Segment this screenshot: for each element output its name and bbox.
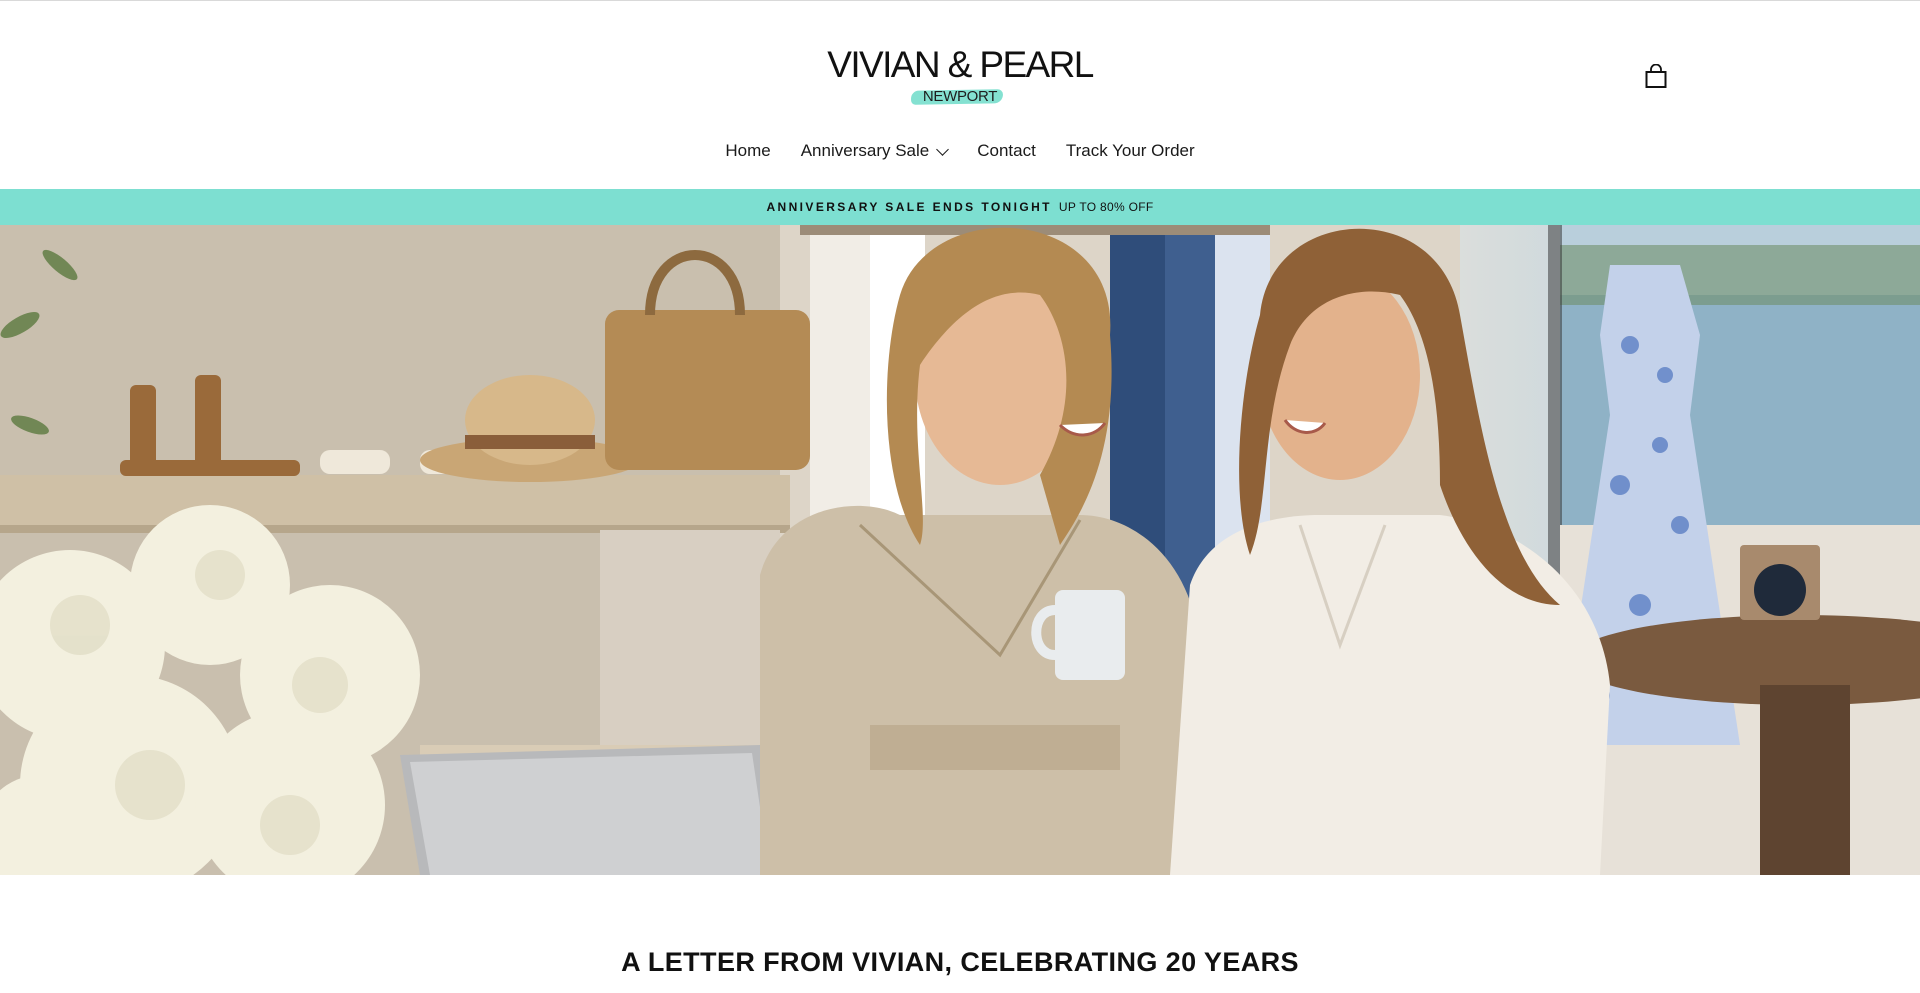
- brand-logo[interactable]: VIVIAN & PEARL NEWPORT: [0, 45, 1920, 107]
- nav-item-label: Home: [725, 141, 771, 160]
- announcement-detail: UP TO 80% OFF: [1058, 200, 1154, 214]
- shopping-bag-icon: [1645, 63, 1667, 88]
- nav-item-contact[interactable]: Contact: [962, 139, 1051, 163]
- site-header: VIVIAN & PEARL NEWPORT Home Anniversary …: [0, 1, 1920, 189]
- main-nav: Home Anniversary Sale Contact Track Your…: [0, 139, 1920, 163]
- announcement-bar[interactable]: ANNIVERSARY SALE ENDS TONIGHT UP TO 80% …: [0, 189, 1920, 225]
- logo-wordmark: VIVIAN & PEARL: [827, 44, 1094, 85]
- chevron-down-icon: [936, 143, 950, 156]
- hero-image: [0, 225, 1920, 875]
- nav-item-label: Anniversary Sale: [800, 141, 930, 160]
- cart-button[interactable]: [1643, 63, 1669, 90]
- logo-location-wrap: NEWPORT: [910, 87, 1003, 107]
- boutique-owners-photo: [0, 225, 1920, 875]
- logo-location: NEWPORT: [922, 88, 998, 105]
- nav-item-label: Contact: [977, 141, 1036, 160]
- nav-item-label: Track Your Order: [1065, 141, 1195, 160]
- nav-item-anniversary-sale[interactable]: Anniversary Sale: [786, 139, 963, 163]
- announcement-headline: ANNIVERSARY SALE ENDS TONIGHT: [766, 200, 1052, 214]
- nav-item-home[interactable]: Home: [710, 139, 785, 163]
- nav-item-track-order[interactable]: Track Your Order: [1051, 139, 1210, 163]
- letter-heading: A LETTER FROM VIVIAN, CELEBRATING 20 YEA…: [621, 947, 1299, 977]
